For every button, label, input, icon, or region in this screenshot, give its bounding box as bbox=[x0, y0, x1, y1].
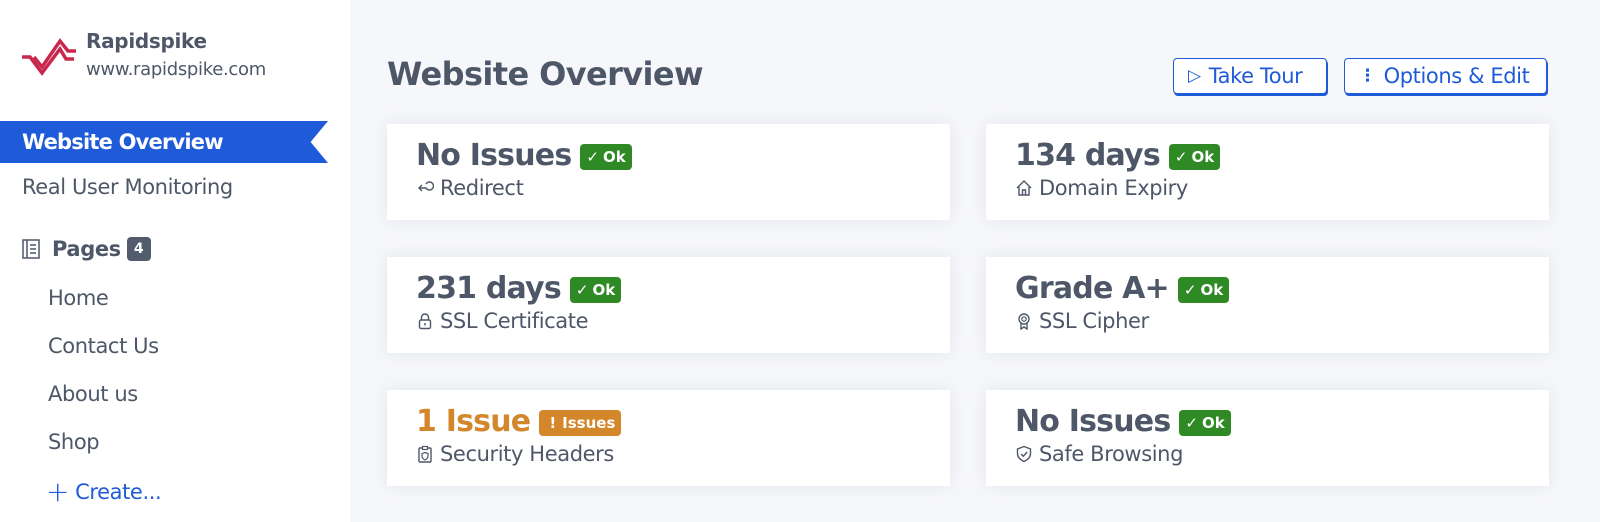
card-value: 1 Issue bbox=[416, 404, 531, 439]
card-label: Domain Expiry bbox=[1039, 176, 1188, 200]
check-icon: ✓ bbox=[1174, 148, 1188, 166]
card-value: 134 days bbox=[1015, 138, 1161, 173]
exclamation-icon: ! bbox=[549, 414, 557, 432]
options-edit-label: Options & Edit bbox=[1383, 64, 1530, 88]
sidebar-page-contact-us[interactable]: Contact Us bbox=[48, 334, 159, 358]
card-label: Redirect bbox=[440, 176, 524, 200]
lock-icon bbox=[418, 313, 432, 330]
card-label: Security Headers bbox=[440, 442, 614, 466]
pulse-logo-icon bbox=[22, 38, 76, 76]
shield-check-icon bbox=[1016, 445, 1032, 463]
play-icon: ▷ bbox=[1188, 66, 1201, 86]
take-tour-label: Take Tour bbox=[1208, 64, 1303, 88]
plus-icon: + bbox=[46, 475, 70, 508]
status-badge: ! Issues bbox=[539, 410, 622, 436]
redirect-icon bbox=[418, 181, 434, 192]
page-title: Website Overview bbox=[387, 55, 704, 93]
status-badge-label: Issues bbox=[562, 414, 616, 432]
status-badge-label: Ok bbox=[592, 281, 616, 299]
sidebar-pages-header[interactable]: Pages 4 bbox=[22, 237, 151, 261]
status-badge: ✓ Ok bbox=[1177, 277, 1230, 303]
check-icon: ✓ bbox=[586, 148, 599, 166]
pages-label: Pages bbox=[52, 237, 121, 261]
clipboard-shield-icon bbox=[418, 445, 432, 463]
brand-url: www.rapidspike.com bbox=[86, 59, 266, 80]
card-value: 231 days bbox=[416, 271, 562, 306]
status-card-ssl-cipher[interactable]: Grade A+ ✓ Ok SSL Cipher bbox=[986, 257, 1549, 353]
status-card-ssl-certificate[interactable]: 231 days ✓ Ok SSL Certificate bbox=[387, 257, 950, 353]
take-tour-button[interactable]: ▷ Take Tour bbox=[1173, 58, 1327, 94]
card-label: SSL Certificate bbox=[440, 309, 589, 333]
vertical-dots-icon: ⋮ bbox=[1359, 66, 1376, 86]
create-page-link[interactable]: + Create... bbox=[46, 475, 162, 508]
status-badge: ✓ Ok bbox=[1168, 144, 1221, 170]
sidebar-page-home[interactable]: Home bbox=[48, 286, 109, 310]
sidebar-item-real-user-monitoring[interactable]: Real User Monitoring bbox=[22, 175, 233, 199]
status-badge: ✓ Ok bbox=[580, 144, 632, 170]
create-label: Create... bbox=[75, 480, 162, 504]
page-list-icon bbox=[22, 239, 40, 259]
card-value: Grade A+ bbox=[1015, 271, 1170, 306]
status-card-security-headers[interactable]: 1 Issue ! Issues Security Headers bbox=[387, 390, 950, 486]
check-icon: ✓ bbox=[1183, 281, 1197, 299]
card-value: No Issues bbox=[416, 138, 572, 173]
status-badge-label: Ok bbox=[602, 148, 626, 166]
check-icon: ✓ bbox=[575, 281, 589, 299]
status-badge: ✓ Ok bbox=[1179, 410, 1231, 436]
sidebar-page-about-us[interactable]: About us bbox=[48, 382, 138, 406]
check-icon: ✓ bbox=[1185, 414, 1198, 432]
status-badge-label: Ok bbox=[1191, 148, 1215, 166]
options-edit-button[interactable]: ⋮ Options & Edit bbox=[1344, 58, 1547, 94]
brand-name: Rapidspike bbox=[86, 29, 207, 53]
status-card-safe-browsing[interactable]: No Issues ✓ Ok Safe Browsing bbox=[986, 390, 1549, 486]
status-badge-label: Ok bbox=[1200, 281, 1224, 299]
status-badge-label: Ok bbox=[1201, 414, 1225, 432]
status-card-domain-expiry[interactable]: 134 days ✓ Ok Domain Expiry bbox=[986, 124, 1549, 220]
sidebar-page-shop[interactable]: Shop bbox=[48, 430, 100, 454]
brand[interactable]: Rapidspike www.rapidspike.com bbox=[20, 27, 266, 85]
card-label: SSL Cipher bbox=[1039, 309, 1149, 333]
status-badge: ✓ Ok bbox=[569, 277, 622, 303]
home-icon bbox=[1016, 180, 1032, 196]
sidebar-item-website-overview[interactable]: Website Overview bbox=[0, 121, 328, 163]
status-card-redirect[interactable]: No Issues ✓ Ok Redirect bbox=[387, 124, 950, 220]
pages-count-badge: 4 bbox=[126, 237, 151, 261]
card-label: Safe Browsing bbox=[1039, 442, 1184, 466]
award-icon bbox=[1018, 313, 1030, 330]
sidebar: Rapidspike www.rapidspike.com Website Ov… bbox=[0, 0, 350, 522]
card-value: No Issues bbox=[1015, 404, 1171, 439]
